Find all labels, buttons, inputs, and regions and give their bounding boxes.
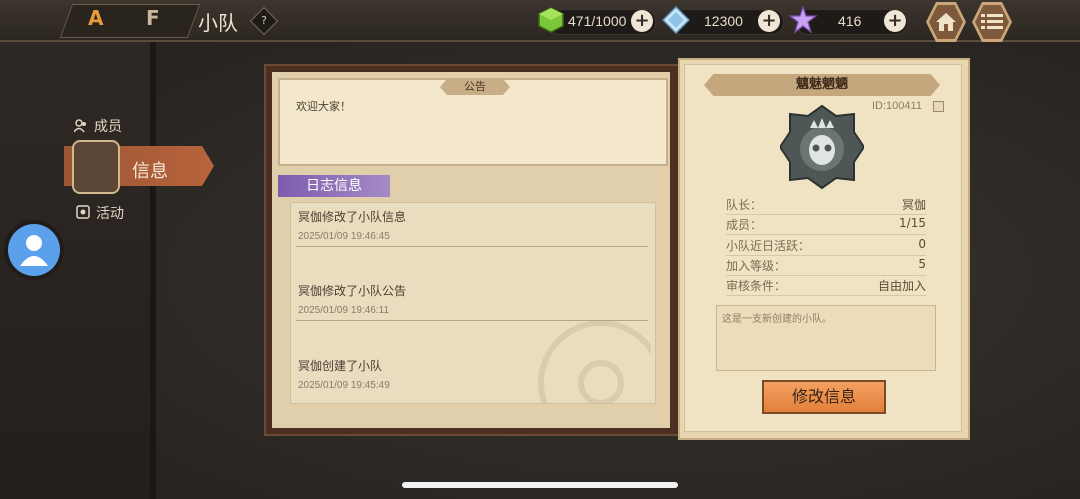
nav-item-members[interactable]: 成员 (74, 116, 154, 136)
home-icon (936, 13, 956, 31)
team-id: ID:100411 (872, 100, 922, 112)
info-label: 小队近日活跃： (726, 239, 811, 253)
activity-icon (76, 205, 90, 219)
info-row-activity: 小队近日活跃： 0 (726, 235, 926, 256)
nav-item-activity[interactable]: 活动 (76, 203, 156, 223)
copy-icon[interactable] (933, 101, 944, 112)
edit-info-button[interactable]: 修改信息 (762, 380, 886, 414)
info-value: 5 (918, 257, 926, 271)
log-divider (296, 320, 648, 321)
resource-value-purple: 416 (838, 13, 862, 29)
resource-value-blue: 12300 (704, 13, 743, 29)
game-logo (59, 4, 201, 38)
members-icon (74, 119, 86, 133)
info-row-members: 成员： 1/15 (726, 214, 926, 235)
team-emblem-icon (780, 104, 864, 190)
info-label: 队长： (726, 198, 763, 212)
log-divider (296, 246, 648, 247)
nav-divider (150, 40, 156, 499)
nav-members-label: 成员 (94, 119, 122, 135)
info-label: 成员： (726, 218, 763, 232)
info-row-leader: 队长： 冥伽 (726, 194, 926, 215)
team-name: 魑魅魍魉 (704, 74, 940, 96)
info-label: 审核条件： (726, 279, 787, 293)
logo-letter-f: F (146, 6, 160, 30)
green-cube-icon (538, 7, 564, 33)
nav-info-label: 信息 (132, 161, 168, 182)
log-entry-title: 冥伽修改了小队公告 (298, 284, 407, 298)
info-value: 1/15 (899, 216, 926, 230)
team-description: 这是一支新创建的小队。 (722, 314, 832, 325)
question-icon: ? (261, 14, 267, 27)
info-label: 加入等级： (726, 259, 787, 273)
nav-activity-label: 活动 (96, 206, 124, 222)
log-entry-time: 2025/01/09 19:46:11 (298, 305, 390, 316)
team-crest-icon (72, 140, 120, 194)
log-entry-title: 冥伽创建了小队 (298, 359, 383, 373)
blue-crystal-icon (662, 6, 690, 34)
user-icon (20, 235, 48, 266)
info-row-join-level: 加入等级： 5 (726, 255, 926, 276)
resource-value-energy: 471/1000 (568, 13, 627, 29)
logo-letter-a: A (88, 6, 104, 30)
menu-icon (981, 14, 1003, 29)
notice-text: 欢迎大家！ (296, 100, 351, 113)
info-value: 自由加入 (877, 279, 926, 293)
avatar[interactable] (8, 224, 60, 276)
info-row-review: 审核条件： 自由加入 (726, 275, 926, 296)
wheel-watermark-icon (538, 320, 651, 403)
add-energy-button[interactable]: + (631, 10, 653, 32)
purple-crystal-icon (789, 6, 817, 34)
log-entry-time: 2025/01/09 19:45:49 (298, 380, 390, 391)
home-indicator[interactable] (402, 482, 678, 488)
info-value: 0 (918, 237, 926, 251)
add-purple-crystal-button[interactable]: + (884, 10, 906, 32)
log-entry-title: 冥伽修改了小队信息 (298, 210, 407, 224)
info-value: 冥伽 (901, 198, 926, 212)
log-entry-time: 2025/01/09 19:46:45 (298, 231, 390, 242)
notice-tag: 公告 (440, 79, 510, 95)
log-tag: 日志信息 (278, 175, 390, 197)
page-title: 小队 (198, 11, 238, 35)
add-blue-crystal-button[interactable]: + (758, 10, 780, 32)
